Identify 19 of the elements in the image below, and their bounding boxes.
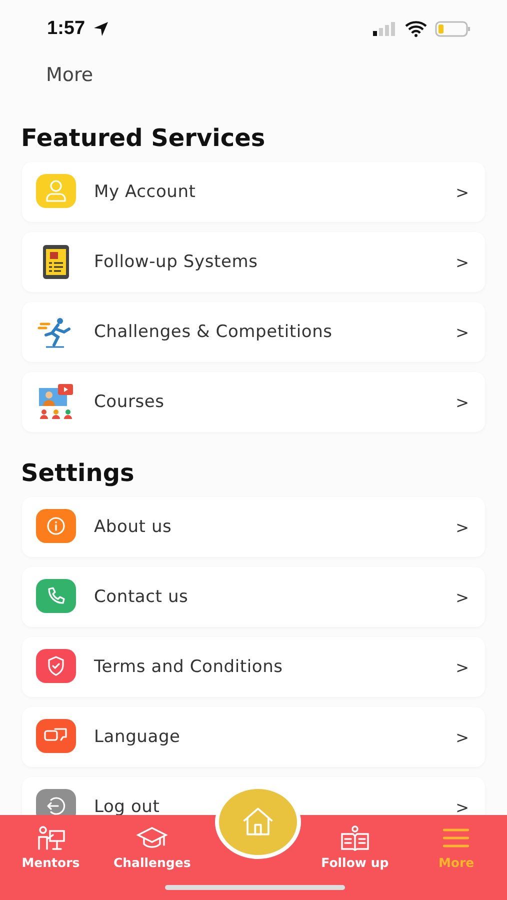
menu-row[interactable]: Courses >	[22, 372, 485, 432]
menu-row[interactable]: Contact us >	[22, 567, 485, 627]
wifi-icon	[405, 21, 427, 37]
section-heading: Settings	[21, 459, 136, 487]
menu-row[interactable]: My Account >	[22, 162, 485, 222]
section-heading: Featured Services	[21, 124, 266, 152]
classroom-icon	[36, 382, 76, 422]
menu-row[interactable]: Language >	[22, 707, 485, 767]
menu-row[interactable]: Challenges & Competitions >	[22, 302, 485, 362]
location-arrow-icon	[93, 21, 110, 37]
menu-row[interactable]: Follow-up Systems >	[22, 232, 485, 292]
menu-row[interactable]: About us >	[22, 497, 485, 557]
menu-row[interactable]: Terms and Conditions >	[22, 637, 485, 697]
battery-icon	[435, 21, 471, 37]
open-book-icon	[338, 825, 371, 851]
status-time: 1:57	[47, 18, 86, 40]
graduation-cap-icon	[136, 825, 168, 851]
signal-icon	[373, 22, 397, 36]
page-title: More	[46, 64, 94, 86]
